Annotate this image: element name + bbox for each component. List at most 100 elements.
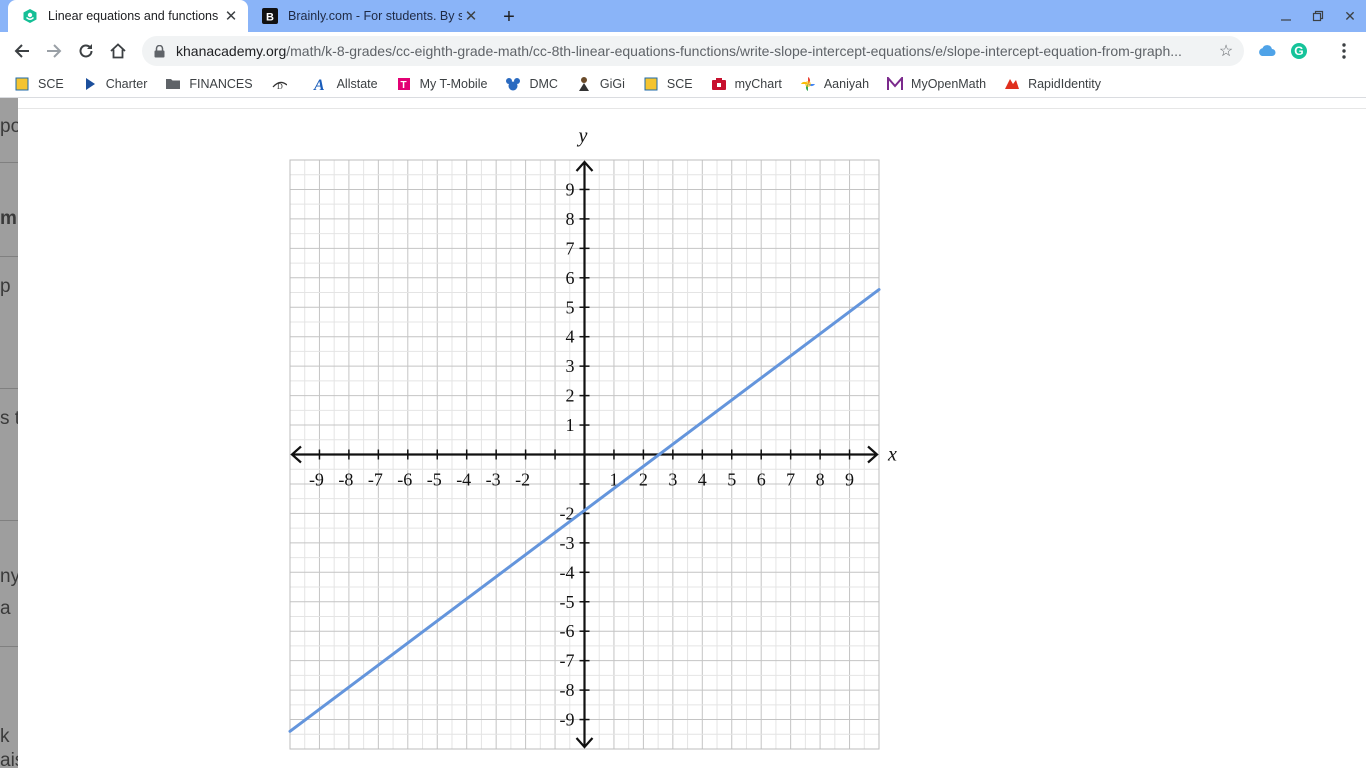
bookmark-allstate[interactable]: A Allstate [313, 76, 378, 92]
y-tick-label: -7 [560, 651, 575, 671]
bookmark-mychart[interactable]: myChart [711, 76, 782, 92]
y-tick-label: 2 [566, 386, 575, 406]
x-tick-label: -3 [486, 470, 501, 490]
address-bar[interactable]: khanacademy.org/math/k-8-grades/cc-eight… [142, 36, 1244, 66]
bookmark-charter[interactable]: Charter [82, 76, 148, 92]
bookmark-label: Aaniyah [823, 76, 870, 91]
y-tick-label: 1 [566, 415, 575, 435]
bookmark-label: Allstate [336, 76, 378, 91]
tab-strip: Linear equations and functions | ✕ B Bra… [0, 0, 1366, 32]
reload-icon[interactable] [72, 37, 100, 65]
bookmark-aaniyah[interactable]: Aaniyah [800, 76, 869, 92]
bookmark-label: RapidIdentity [1028, 76, 1102, 91]
back-icon[interactable] [8, 37, 36, 65]
menu-kebab-icon[interactable] [1334, 41, 1354, 61]
bookmark-label: Charter [105, 76, 148, 91]
coordinate-graph: -9 -8 -7 -6 -5 -4 -3 -2 1 2 3 4 5 6 7 8 9987654321-2-3-4… [288, 125, 897, 750]
bookmark-sce-2[interactable]: SCE [643, 76, 693, 92]
restore-icon[interactable] [1302, 0, 1334, 32]
bookmark-myopenmath[interactable]: MyOpenMath [887, 76, 986, 92]
khan-academy-icon [22, 8, 38, 24]
axes [290, 160, 879, 749]
x-tick-label: -2 [515, 470, 530, 490]
photos-icon [800, 76, 816, 92]
bookmark-gigi[interactable]: GiGi [576, 76, 625, 92]
bookmark-sce[interactable]: SCE [14, 76, 64, 92]
y-tick-label: 5 [566, 297, 575, 317]
x-axis-label: x [887, 444, 897, 466]
disney-icon: D [271, 76, 287, 92]
x-tick-label: 2 [639, 470, 648, 490]
folder-icon [165, 76, 181, 92]
tab-khan-academy[interactable]: Linear equations and functions | ✕ [8, 0, 248, 32]
url-path: /math/k-8-grades/cc-eighth-grade-math/cc… [286, 43, 1182, 59]
close-tab-icon[interactable]: ✕ [222, 7, 240, 25]
close-window-icon[interactable]: ✕ [1334, 0, 1366, 32]
home-icon[interactable] [104, 37, 132, 65]
bookmark-tmobile[interactable]: T My T-Mobile [396, 76, 488, 92]
tab-brainly[interactable]: B Brainly.com - For students. By st ✕ [248, 0, 488, 32]
y-tick-label: 9 [566, 179, 575, 199]
bookmark-rapididentity[interactable]: RapidIdentity [1004, 76, 1101, 92]
bookmark-finances[interactable]: FINANCES [165, 76, 253, 92]
svg-text:T: T [400, 80, 406, 91]
tab-title: Linear equations and functions | [48, 9, 222, 23]
bookmark-label: SCE [666, 76, 693, 91]
bookmark-label: GiGi [599, 76, 625, 91]
minimize-icon[interactable] [1270, 0, 1302, 32]
svg-text:D: D [277, 82, 283, 90]
x-tick-label: -8 [338, 470, 353, 490]
close-tab-icon[interactable]: ✕ [462, 7, 480, 25]
svg-text:B: B [266, 12, 274, 24]
new-tab-button[interactable]: + [498, 6, 520, 28]
x-tick-label: -5 [427, 470, 442, 490]
grammarly-icon[interactable]: G [1289, 41, 1309, 61]
x-tick-label: 8 [816, 470, 825, 490]
svg-text:A: A [313, 77, 325, 92]
x-tick-label: 7 [786, 470, 795, 490]
gigi-icon [576, 76, 592, 92]
y-tick-label: -5 [560, 592, 575, 612]
y-tick-label: 3 [566, 356, 575, 376]
url-text[interactable]: khanacademy.org/math/k-8-grades/cc-eight… [176, 43, 1206, 59]
play-icon [82, 76, 98, 92]
bookmark-label: FINANCES [189, 76, 253, 91]
x-tick-label: 9 [845, 470, 854, 490]
x-tick-label: 6 [757, 470, 766, 490]
y-tick-label: -4 [560, 562, 575, 582]
allstate-icon: A [313, 76, 329, 92]
x-tick-label: 5 [727, 470, 736, 490]
mychart-icon [711, 76, 727, 92]
lock-icon [154, 44, 166, 58]
bookmark-disney[interactable]: D [271, 76, 295, 92]
bookmark-label: SCE [38, 76, 64, 91]
tmobile-icon: T [396, 76, 412, 92]
bookmark-star-icon[interactable]: ☆ [1216, 41, 1236, 61]
tab-title: Brainly.com - For students. By st [288, 9, 462, 23]
dmc-icon [505, 76, 521, 92]
x-tick-label: 3 [668, 470, 677, 490]
y-tick-label: 7 [566, 238, 575, 258]
y-axis-label: y [577, 125, 588, 147]
y-tick-label: 8 [566, 209, 575, 229]
forward-icon[interactable] [40, 37, 68, 65]
x-tick-label: 4 [698, 470, 707, 490]
browser-toolbar: khanacademy.org/math/k-8-grades/cc-eight… [0, 32, 1366, 70]
bookmark-label: MyOpenMath [911, 76, 987, 91]
svg-text:G: G [1294, 44, 1303, 58]
y-tick-label: 4 [566, 327, 575, 347]
y-tick-label: -3 [560, 533, 575, 553]
rapididentity-icon [1004, 76, 1020, 92]
y-tick-label: -8 [560, 680, 575, 700]
x-tick-label: -4 [456, 470, 471, 490]
cloud-extension-icon[interactable] [1257, 41, 1277, 61]
sce-icon [14, 76, 30, 92]
myopenmath-icon [887, 76, 904, 92]
url-host: khanacademy.org [176, 43, 287, 59]
bookmark-dmc[interactable]: DMC [505, 76, 558, 92]
bookmark-label: myChart [734, 76, 782, 91]
x-tick-label: -9 [309, 470, 324, 490]
bookmark-label: My T-Mobile [419, 76, 488, 91]
brainly-icon: B [262, 8, 278, 24]
page-content: po mi p s to ny a k ais -9-8-7-6-5-4-3-2… [0, 98, 1366, 768]
